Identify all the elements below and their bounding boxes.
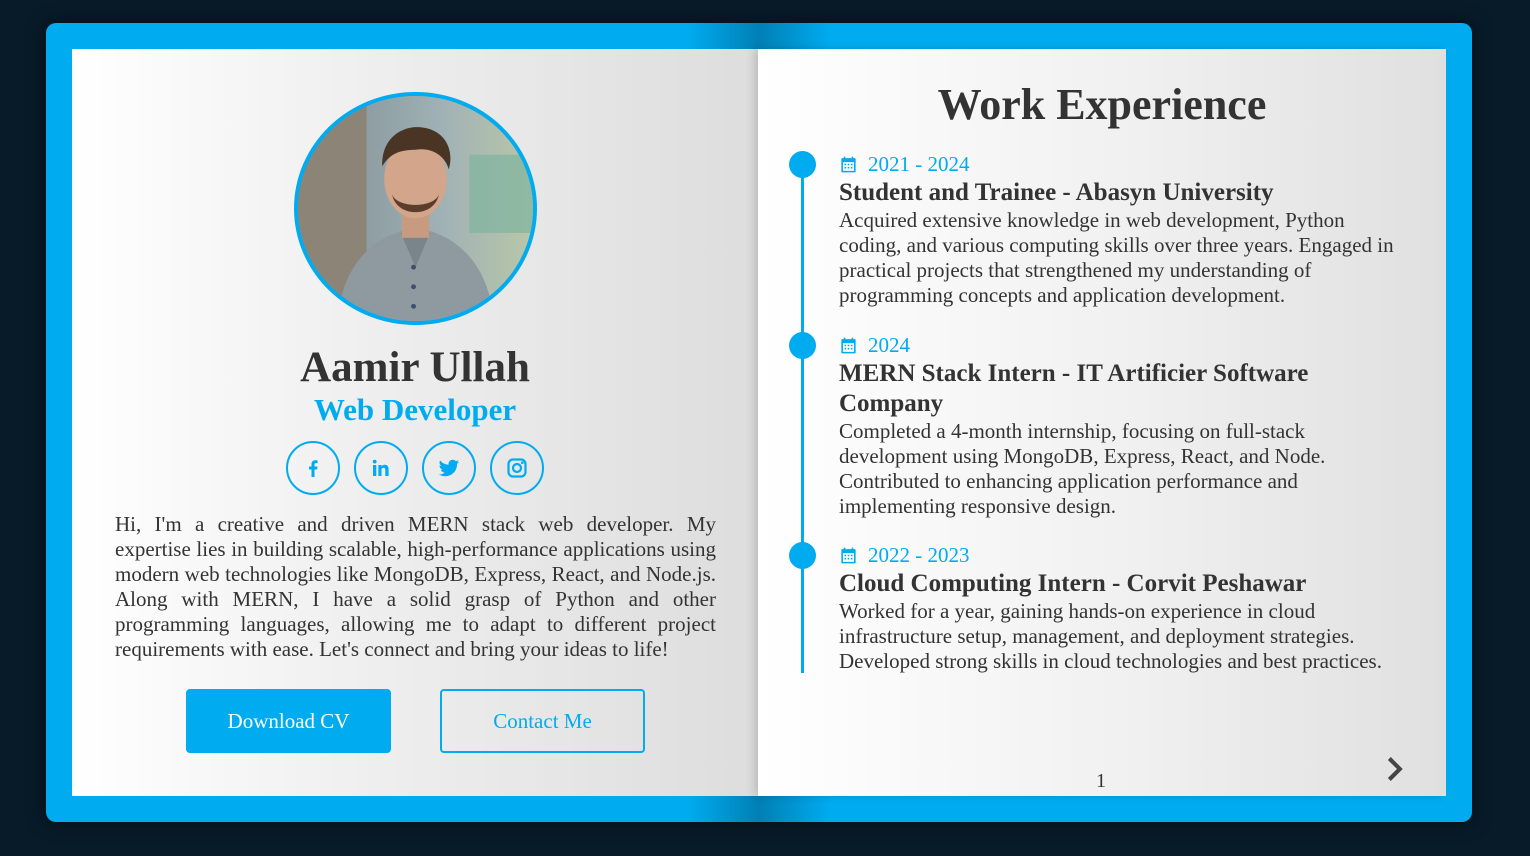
timeline-title: MERN Stack Intern - IT Artificier Softwa… (839, 360, 1309, 417)
timeline-date-text: 2024 (868, 332, 910, 357)
avatar (294, 92, 537, 325)
timeline-description: Completed a 4-month internship, focusing… (839, 419, 1326, 518)
twitter-icon (438, 459, 460, 477)
linkedin-icon (372, 459, 389, 476)
calendar-icon (841, 337, 856, 353)
profile-name: Aamir Ullah (300, 344, 530, 391)
timeline-dot (789, 332, 816, 359)
timeline-description: Worked for a year, gaining hands-on expe… (839, 599, 1382, 673)
timeline-date: 2022 - 2023 (839, 542, 1409, 568)
timeline-date-text: 2021 - 2024 (868, 151, 970, 176)
next-page-button[interactable] (1380, 755, 1408, 783)
facebook-link[interactable] (286, 441, 340, 495)
page-number: 1 (1096, 770, 1106, 792)
chevron-right-icon (1387, 757, 1403, 781)
calendar-icon (841, 156, 856, 172)
profile-bio: Hi, I'm a creative and driven MERN stack… (115, 512, 716, 661)
timeline-item: 2021 - 2024 Student and Trainee - Abasyn… (839, 151, 1409, 308)
timeline-title: Cloud Computing Intern - Corvit Peshawar (839, 570, 1307, 597)
instagram-icon (507, 458, 527, 478)
download-cv-button[interactable]: Download CV (186, 689, 391, 753)
social-links (286, 441, 544, 495)
instagram-link[interactable] (490, 441, 544, 495)
timeline-item: 2024 MERN Stack Intern - IT Artificier S… (839, 332, 1409, 519)
linkedin-link[interactable] (354, 441, 408, 495)
profile-role: Web Developer (313, 392, 517, 427)
timeline-date: 2024 (839, 332, 1409, 358)
avatar-photo (298, 96, 533, 321)
experience-page: Work Experience 2021 - 2024 Student and … (758, 49, 1446, 796)
timeline-dot (789, 151, 816, 178)
twitter-link[interactable] (422, 441, 476, 495)
timeline-item: 2022 - 2023 Cloud Computing Intern - Cor… (839, 542, 1409, 674)
facebook-icon (309, 460, 318, 477)
timeline-description: Acquired extensive knowledge in web deve… (839, 208, 1394, 307)
timeline-dot (789, 542, 816, 569)
timeline-date: 2021 - 2024 (839, 151, 1409, 177)
profile-page: Aamir Ullah Web Developer Hi, I'm a crea… (72, 49, 758, 796)
calendar-icon (841, 547, 856, 563)
timeline-date-text: 2022 - 2023 (868, 542, 970, 567)
contact-me-button[interactable]: Contact Me (440, 689, 645, 753)
section-title: Work Experience (937, 80, 1267, 129)
timeline-title: Student and Trainee - Abasyn University (839, 179, 1274, 206)
timeline-line (801, 163, 804, 673)
